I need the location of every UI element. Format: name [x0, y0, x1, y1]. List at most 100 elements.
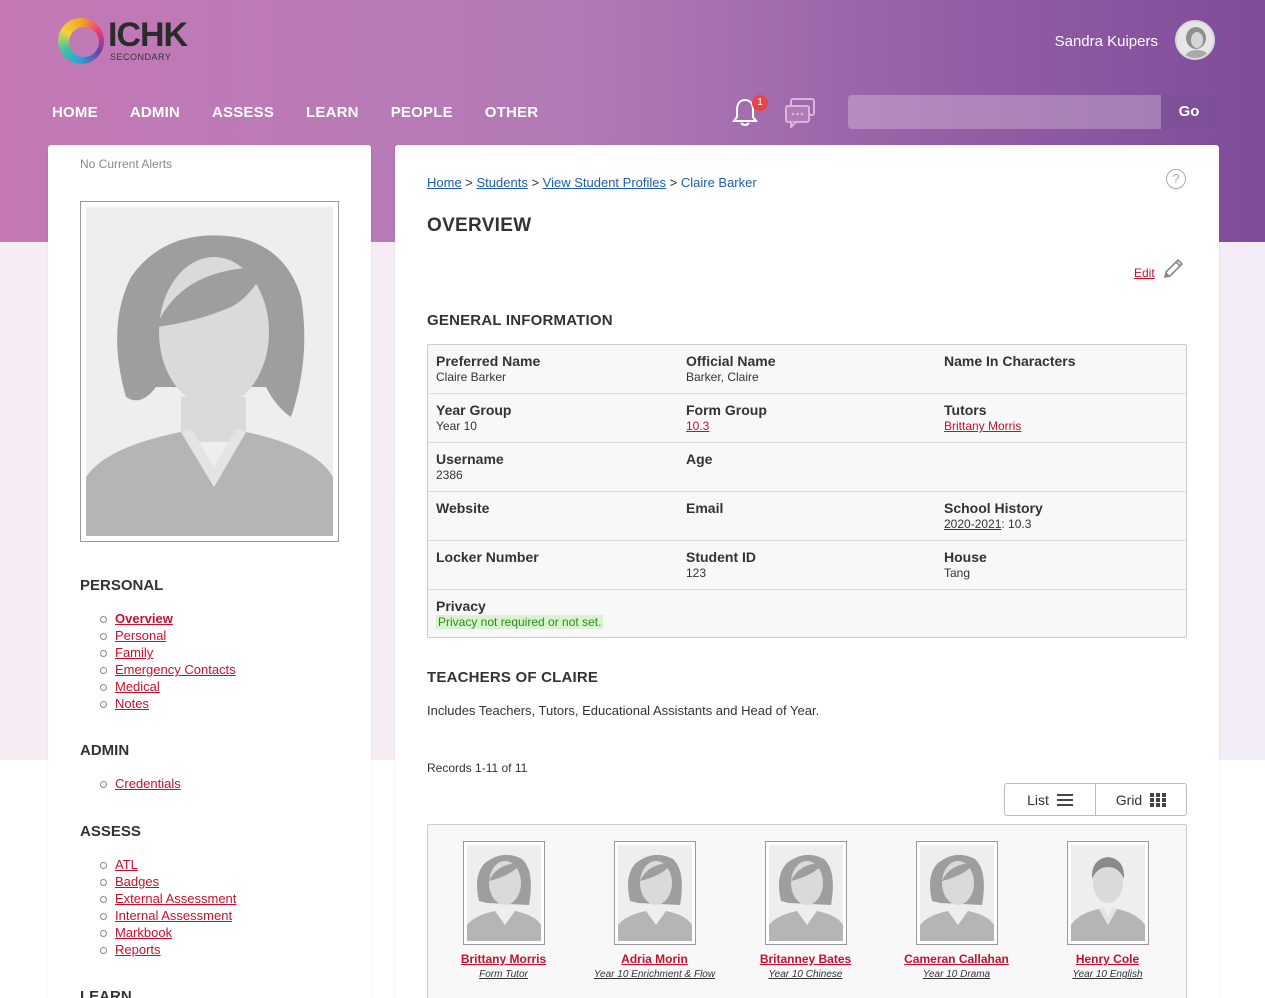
teacher-photo[interactable] [915, 841, 998, 945]
sidebar-link-family[interactable]: Family [115, 645, 153, 660]
list-view-label: List [1027, 791, 1049, 808]
teacher-role: Year 10 English [1072, 969, 1143, 980]
field-label: Username [436, 451, 504, 467]
field-label: Tutors [944, 402, 987, 418]
logo-subtitle: SECONDARY [110, 52, 172, 62]
list-item: Markbook [99, 924, 236, 941]
list-icon [1056, 793, 1073, 806]
field-label: Official Name [686, 353, 776, 369]
breadcrumb-view-student-profiles[interactable]: View Student Profiles [543, 175, 666, 190]
table-row: Preferred Name Claire Barker Official Nam… [428, 345, 1186, 394]
list-view-button[interactable]: List [1005, 784, 1095, 815]
teacher-photo[interactable] [613, 841, 696, 945]
teacher-card: Adria Morin Year 10 Enrichment & Flow [579, 841, 730, 980]
general-information-table: Preferred Name Claire Barker Official Nam… [427, 344, 1187, 638]
nav-other[interactable]: OTHER [485, 104, 539, 121]
teacher-name-link[interactable]: Adria Morin [579, 952, 730, 966]
teacher-name-link[interactable]: Cameran Callahan [881, 952, 1032, 966]
official-name-value: Barker, Claire [686, 370, 759, 384]
sidebar-link-badges[interactable]: Badges [115, 874, 159, 889]
field-label: House [944, 549, 987, 565]
edit-link[interactable]: Edit [1134, 266, 1155, 280]
field-label: Preferred Name [436, 353, 541, 369]
nav-assess[interactable]: ASSESS [212, 104, 274, 121]
nav-home[interactable]: HOME [52, 104, 98, 121]
alerts-status: No Current Alerts [80, 157, 173, 171]
sidebar-link-personal[interactable]: Personal [115, 628, 166, 643]
sidebar-link-markbook[interactable]: Markbook [115, 925, 172, 940]
list-item: Notes [100, 695, 236, 712]
sidebar-list-assess: ATL Badges External Assessment Internal … [99, 856, 236, 958]
view-toggle: List Grid [1004, 783, 1187, 816]
list-item: Emergency Contacts [100, 661, 236, 678]
field-label: Locker Number [436, 549, 539, 565]
search-input[interactable] [848, 95, 1161, 129]
tutor-link[interactable]: Brittany Morris [944, 419, 1021, 433]
teacher-photo[interactable] [764, 841, 847, 945]
breadcrumb-separator: > [527, 175, 543, 190]
school-history-value: : 10.3 [1001, 517, 1032, 531]
form-group-link[interactable]: 10.3 [686, 419, 709, 433]
field-label: Age [686, 451, 713, 467]
teacher-card: Britanney Bates Year 10 Chinese [730, 841, 881, 980]
teacher-role: Form Tutor [479, 969, 528, 980]
teacher-photo[interactable] [462, 841, 545, 945]
list-item: ATL [99, 856, 236, 873]
list-item: Credentials [100, 775, 181, 792]
teacher-name-link[interactable]: Brittany Morris [428, 952, 579, 966]
sidebar: No Current Alerts PERSONAL Overview Pers… [48, 145, 371, 998]
teacher-role: Year 10 Chinese [768, 969, 843, 980]
field-label: Name In Characters [944, 353, 1076, 369]
sidebar-link-notes[interactable]: Notes [115, 696, 149, 711]
sidebar-link-overview[interactable]: Overview [115, 611, 173, 626]
sidebar-link-internal-assessment[interactable]: Internal Assessment [115, 908, 232, 923]
breadcrumb-students[interactable]: Students [477, 175, 528, 190]
teacher-card: Henry Cole Year 10 English [1032, 841, 1183, 980]
table-row: Locker Number Student ID 123 House Tang [428, 541, 1186, 590]
grid-view-button[interactable]: Grid [1095, 784, 1186, 815]
teacher-placeholder-female-icon [919, 845, 994, 941]
preferred-name-value: Claire Barker [436, 370, 507, 384]
list-item: Reports [99, 941, 236, 958]
year-group-value: Year 10 [436, 419, 477, 433]
logo-ring-icon [58, 18, 104, 64]
breadcrumb-home[interactable]: Home [427, 175, 462, 190]
general-information-title: GENERAL INFORMATION [427, 312, 613, 329]
list-item: External Assessment [99, 890, 236, 907]
field-label: Privacy [436, 598, 486, 614]
sidebar-link-credentials[interactable]: Credentials [115, 776, 181, 791]
sidebar-link-emergency-contacts[interactable]: Emergency Contacts [115, 662, 236, 677]
teacher-placeholder-male-icon [1070, 845, 1145, 941]
teachers-title: TEACHERS OF CLAIRE [427, 669, 599, 686]
sidebar-link-reports[interactable]: Reports [115, 942, 161, 957]
sidebar-link-atl[interactable]: ATL [115, 857, 138, 872]
teacher-name-link[interactable]: Britanney Bates [730, 952, 881, 966]
search-go-button[interactable]: Go [1161, 95, 1217, 129]
list-item: Overview [100, 610, 236, 627]
sidebar-section-admin: ADMIN [80, 742, 130, 759]
sidebar-link-medical[interactable]: Medical [115, 679, 160, 694]
teacher-name-link[interactable]: Henry Cole [1032, 952, 1183, 966]
teachers-grid: Brittany Morris Form Tutor Adria Morin Y… [427, 824, 1187, 998]
user-avatar[interactable] [1175, 20, 1215, 60]
teacher-placeholder-female-icon [617, 845, 692, 941]
teacher-photo[interactable] [1066, 841, 1149, 945]
table-row: Website Email School History 2020-2021: 1… [428, 492, 1186, 541]
student-placeholder-icon [86, 207, 333, 536]
nav-people[interactable]: PEOPLE [391, 104, 453, 121]
nav-admin[interactable]: ADMIN [130, 104, 180, 121]
table-row: Privacy Privacy not required or not set. [428, 590, 1186, 639]
breadcrumb: Home > Students > View Student Profiles … [427, 175, 757, 190]
pencil-icon[interactable] [1161, 257, 1185, 281]
user-name[interactable]: Sandra Kuipers [1055, 33, 1158, 50]
field-label: Year Group [436, 402, 512, 418]
logo[interactable]: ICHK SECONDARY [56, 16, 196, 68]
help-icon[interactable]: ? [1166, 169, 1186, 189]
sidebar-link-external-assessment[interactable]: External Assessment [115, 891, 236, 906]
nav-learn[interactable]: LEARN [306, 104, 359, 121]
page-title: OVERVIEW [427, 215, 532, 236]
table-row: Year Group Year 10 Form Group 10.3 Tutors B… [428, 394, 1186, 443]
messages-icon[interactable] [783, 96, 817, 128]
teacher-card: Cameran Callahan Year 10 Drama [881, 841, 1032, 980]
grid-icon [1150, 792, 1167, 807]
